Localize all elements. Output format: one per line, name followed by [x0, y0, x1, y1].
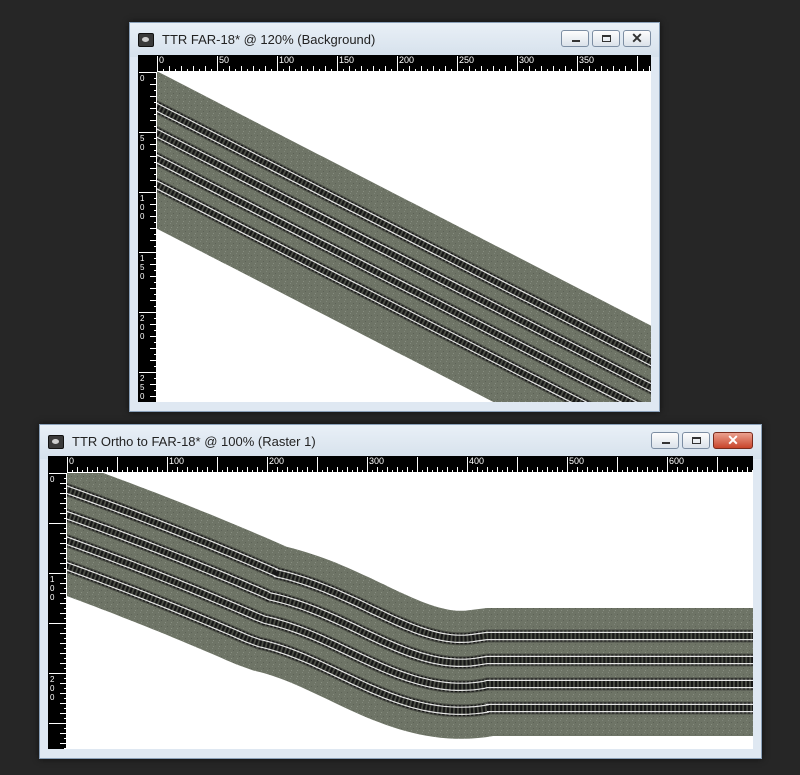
- window-title: TTR Ortho to FAR-18* @ 100% (Raster 1): [72, 434, 316, 449]
- ruler-label: 300: [369, 456, 384, 466]
- ruler-label: 50: [219, 55, 229, 65]
- close-button[interactable]: ✕: [713, 432, 753, 449]
- window-titlebar[interactable]: TTR FAR-18* @ 120% (Background) ✕: [130, 23, 659, 57]
- close-button[interactable]: ✕: [623, 30, 651, 47]
- minimize-icon: [562, 31, 588, 46]
- image-canvas[interactable]: [157, 72, 651, 402]
- ruler-label: 100: [169, 456, 184, 466]
- ruler-label: 0: [159, 55, 164, 65]
- horizontal-ruler: 0 50 100 150 200 250 300 350: [157, 55, 651, 72]
- vertical-ruler: 0 5 0 1 0 0 1 5 0 2 0 0 2 5 0: [138, 72, 157, 402]
- ruler-label: 350: [579, 55, 594, 65]
- horizontal-ruler: 0 100 200 300 400 500 600: [67, 456, 753, 473]
- minimize-button[interactable]: [561, 30, 589, 47]
- ruler-label: 200: [269, 456, 284, 466]
- minimize-icon: [652, 433, 678, 448]
- image-window-ortho[interactable]: TTR Ortho to FAR-18* @ 100% (Raster 1) ✕…: [39, 424, 762, 759]
- maximize-button[interactable]: [682, 432, 710, 449]
- ruler-label: 100: [140, 194, 145, 221]
- ruler-label: 150: [339, 55, 354, 65]
- ruler-label: 200: [399, 55, 414, 65]
- window-titlebar[interactable]: TTR Ortho to FAR-18* @ 100% (Raster 1) ✕: [40, 425, 761, 459]
- ruler-label: 0: [50, 475, 55, 484]
- ruler-label: 0: [140, 74, 145, 83]
- vertical-ruler: 0 1 0 0 2 0 0: [48, 473, 67, 749]
- ruler-label: 100: [279, 55, 294, 65]
- image-window-far18[interactable]: TTR FAR-18* @ 120% (Background) ✕ 0 50 100…: [129, 22, 660, 412]
- maximize-icon: [593, 31, 619, 46]
- minimize-button[interactable]: [651, 432, 679, 449]
- ruler-label: 250: [459, 55, 474, 65]
- ruler-label: 500: [569, 456, 584, 466]
- app-icon[interactable]: [48, 435, 64, 449]
- maximize-button[interactable]: [592, 30, 620, 47]
- ruler-label: 250: [140, 374, 145, 401]
- ruler-label: 300: [519, 55, 534, 65]
- ruler-label: 50: [140, 134, 145, 152]
- ruler-corner: [138, 55, 157, 72]
- image-canvas[interactable]: [67, 473, 753, 749]
- ruler-label: 100: [50, 575, 55, 602]
- app-icon[interactable]: [138, 33, 154, 47]
- ruler-label: 0: [69, 456, 74, 466]
- close-icon: ✕: [631, 30, 643, 46]
- close-icon: ✕: [727, 432, 739, 448]
- maximize-icon: [683, 433, 709, 448]
- ruler-label: 400: [469, 456, 484, 466]
- ruler-label: 200: [140, 314, 145, 341]
- window-title: TTR FAR-18* @ 120% (Background): [162, 32, 376, 47]
- ruler-label: 600: [669, 456, 684, 466]
- ruler-label: 150: [140, 254, 145, 281]
- ruler-corner: [48, 456, 67, 473]
- ruler-label: 200: [50, 675, 55, 702]
